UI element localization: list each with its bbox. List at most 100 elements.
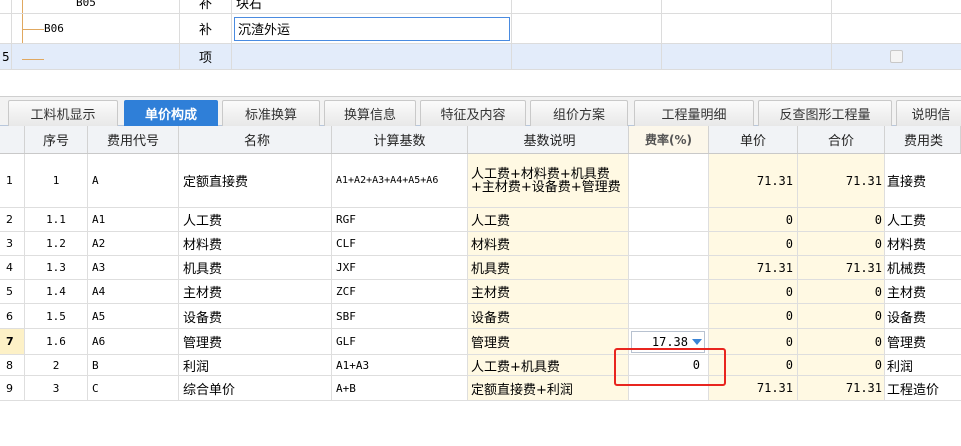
row-type[interactable]: 工程造价 (885, 376, 961, 400)
header-total[interactable]: 合价 (798, 126, 885, 153)
row-base[interactable]: GLF (332, 329, 468, 354)
table-row-selected[interactable]: 7 1.6 A6 管理费 GLF 管理费 0 0 管理费 (0, 329, 961, 355)
row-desc: 人工费+材料费+机具费+主材费+设备费+管理费 (468, 154, 629, 207)
row-seq[interactable]: 1.2 (25, 232, 88, 255)
row-seq[interactable]: 1.1 (25, 208, 88, 231)
row-code[interactable]: A2 (88, 232, 179, 255)
row-seq[interactable]: 3 (25, 376, 88, 400)
row-type[interactable]: 主材费 (885, 280, 961, 303)
row-name[interactable]: 利润 (179, 355, 332, 375)
row-name[interactable]: 材料费 (179, 232, 332, 255)
tab-features-content[interactable]: 特征及内容 (420, 100, 526, 126)
row-base[interactable]: A1+A2+A3+A4+A5+A6 (332, 154, 468, 207)
table-row[interactable]: 3 1.2 A2 材料费 CLF 材料费 0 0 材料费 (0, 232, 961, 256)
row-code[interactable]: A (88, 154, 179, 207)
item-name-cell[interactable]: 沉渣外运 (232, 14, 512, 43)
row-type[interactable]: 管理费 (885, 329, 961, 354)
header-base[interactable]: 计算基数 (332, 126, 468, 153)
row-type[interactable]: 利润 (885, 355, 961, 375)
header-name[interactable]: 名称 (179, 126, 332, 153)
table-row[interactable]: 4 1.3 A3 机具费 JXF 机具费 71.31 71.31 机械费 (0, 256, 961, 280)
header-desc[interactable]: 基数说明 (468, 126, 629, 153)
row-type[interactable]: 直接费 (885, 154, 961, 207)
row-price: 0 (709, 304, 798, 328)
row-name[interactable]: 定额直接费 (179, 154, 332, 207)
row-type[interactable]: 机械费 (885, 256, 961, 279)
row-base[interactable]: A1+A3 (332, 355, 468, 375)
tab-quantity-details[interactable]: 工程量明细 (634, 100, 754, 126)
tree-row-b06[interactable]: B06 补 沉渣外运 (0, 14, 961, 44)
item-name-editor[interactable]: 沉渣外运 (234, 16, 510, 41)
row-code[interactable]: A4 (88, 280, 179, 303)
item-name[interactable]: 块石 (232, 0, 512, 13)
row-seq[interactable]: 1 (25, 154, 88, 207)
table-row[interactable]: 9 3 C 综合单价 A+B 定额直接费+利润 71.31 71.31 工程造价 (0, 376, 961, 401)
row-name[interactable]: 机具费 (179, 256, 332, 279)
row-name[interactable]: 主材费 (179, 280, 332, 303)
row-seq[interactable]: 1.3 (25, 256, 88, 279)
item-name[interactable] (232, 44, 512, 69)
row-type[interactable]: 人工费 (885, 208, 961, 231)
header-rate[interactable]: 费率(%) (629, 126, 709, 153)
row-type[interactable]: 材料费 (885, 232, 961, 255)
tab-unit-price-composition[interactable]: 单价构成 (124, 100, 218, 126)
row-name[interactable]: 设备费 (179, 304, 332, 328)
row-rate[interactable] (629, 256, 709, 279)
table-row[interactable]: 5 1.4 A4 主材费 ZCF 主材费 0 0 主材费 (0, 280, 961, 304)
tree-row-5[interactable]: 5 项 (0, 44, 961, 70)
row-seq[interactable]: 1.4 (25, 280, 88, 303)
header-code[interactable]: 费用代号 (88, 126, 179, 153)
row-code[interactable]: A1 (88, 208, 179, 231)
row-code[interactable]: A6 (88, 329, 179, 354)
empty-cell (512, 44, 662, 69)
row-desc: 管理费 (468, 329, 629, 354)
row-base[interactable]: A+B (332, 376, 468, 400)
row-desc: 主材费 (468, 280, 629, 303)
empty-cell (512, 14, 662, 43)
table-row[interactable]: 8 2 B 利润 A1+A3 人工费+机具费 0 0 0 利润 (0, 355, 961, 376)
header-seq[interactable]: 序号 (25, 126, 88, 153)
header-type[interactable]: 费用类 (885, 126, 961, 153)
row-index: 5 (0, 280, 25, 303)
empty-cell (832, 0, 961, 13)
row-rate[interactable] (629, 304, 709, 328)
tab-graphic-quantity-lookup[interactable]: 反查图形工程量 (758, 100, 892, 126)
tab-description[interactable]: 说明信 (896, 100, 961, 126)
row-base[interactable]: RGF (332, 208, 468, 231)
row-seq[interactable]: 1.6 (25, 329, 88, 354)
row-base[interactable]: JXF (332, 256, 468, 279)
row-name[interactable]: 人工费 (179, 208, 332, 231)
row-rate[interactable] (629, 208, 709, 231)
row-base[interactable]: ZCF (332, 280, 468, 303)
row-code[interactable]: C (88, 376, 179, 400)
row-seq[interactable]: 1.5 (25, 304, 88, 328)
table-row[interactable]: 6 1.5 A5 设备费 SBF 设备费 0 0 设备费 (0, 304, 961, 329)
row-code[interactable]: A3 (88, 256, 179, 279)
row-rate[interactable] (629, 232, 709, 255)
row-index: 7 (0, 329, 25, 354)
chevron-down-icon[interactable] (692, 339, 702, 345)
row-rate[interactable] (629, 280, 709, 303)
row-code[interactable]: A5 (88, 304, 179, 328)
row-base[interactable]: SBF (332, 304, 468, 328)
annotation-highlight-box (614, 348, 726, 386)
checkbox-cell[interactable] (832, 44, 961, 69)
row-type[interactable]: 设备费 (885, 304, 961, 328)
row-name[interactable]: 综合单价 (179, 376, 332, 400)
row-seq[interactable]: 2 (25, 355, 88, 375)
rate-value[interactable]: 17.38 (652, 335, 688, 349)
header-price[interactable]: 单价 (709, 126, 798, 153)
table-row[interactable]: 2 1.1 A1 人工费 RGF 人工费 0 0 人工费 (0, 208, 961, 232)
row-checkbox[interactable] (890, 50, 903, 63)
tab-conversion-info[interactable]: 换算信息 (324, 100, 416, 126)
table-row[interactable]: 1 1 A 定额直接费 A1+A2+A3+A4+A5+A6 人工费+材料费+机具… (0, 154, 961, 208)
tab-pricing-scheme[interactable]: 组价方案 (530, 100, 628, 126)
tab-standard-conversion[interactable]: 标准换算 (222, 100, 320, 126)
row-code[interactable]: B (88, 355, 179, 375)
tab-labor-material-machine[interactable]: 工料机显示 (8, 100, 118, 126)
tree-row-b05[interactable]: B05 补 块石 (0, 0, 961, 14)
row-name[interactable]: 管理费 (179, 329, 332, 354)
row-base[interactable]: CLF (332, 232, 468, 255)
row-number: 5 (0, 44, 12, 69)
row-rate[interactable] (629, 154, 709, 207)
